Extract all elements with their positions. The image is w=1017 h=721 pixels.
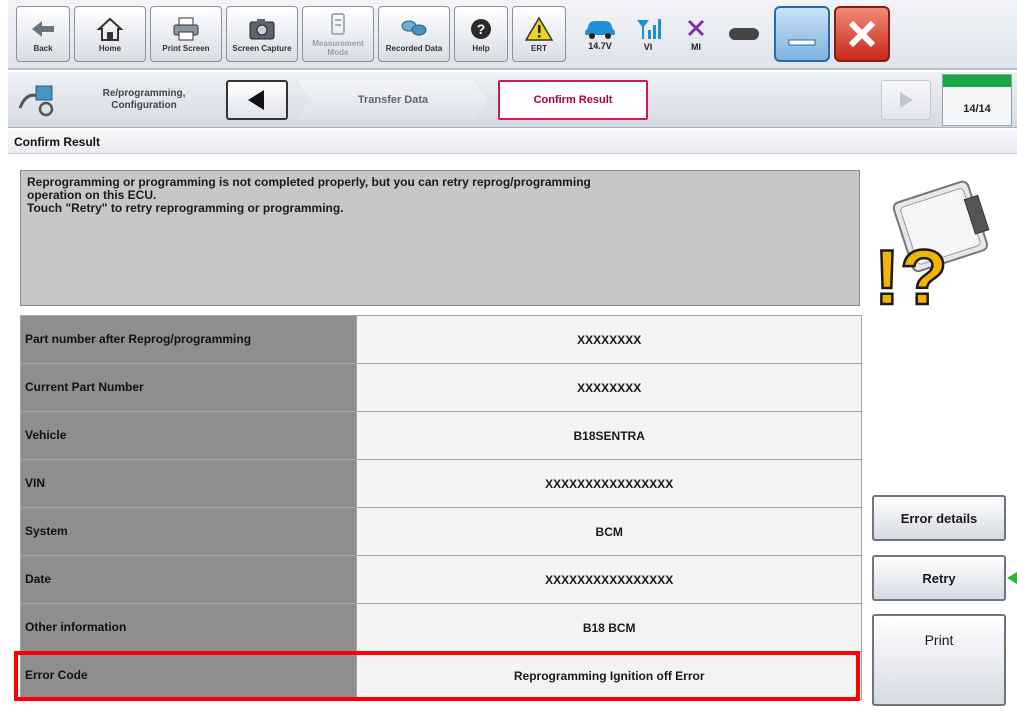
retry-button[interactable]: Retry <box>872 555 1006 601</box>
row-value: XXXXXXXX <box>356 363 862 412</box>
right-arrow-icon <box>900 92 913 108</box>
table-row: VIN XXXXXXXXXXXXXXXX <box>19 459 862 508</box>
home-label: Home <box>98 43 122 53</box>
home-icon <box>96 17 124 41</box>
print-screen-button[interactable]: Print Screen <box>150 6 222 62</box>
help-label: Help <box>472 43 490 53</box>
minimize-button[interactable] <box>774 6 830 62</box>
table-row: Other information B18 BCM <box>19 603 862 652</box>
help-button[interactable]: ? Help <box>454 6 508 62</box>
mi-disconnected-icon <box>687 19 705 37</box>
row-key: Part number after Reprog/programming <box>19 315 358 364</box>
row-value: B18 BCM <box>356 603 862 652</box>
measurement-mode-button[interactable]: Measurement Mode <box>302 6 374 62</box>
pointer-arrow-icon <box>1007 572 1017 584</box>
row-key: System <box>19 507 358 556</box>
row-key: Error Code <box>19 651 358 700</box>
connector-icon <box>729 28 759 40</box>
mi-status: MI <box>672 6 720 62</box>
table-row: Part number after Reprog/programming XXX… <box>19 315 862 364</box>
step-transfer-data[interactable]: Transfer Data <box>298 80 488 120</box>
result-table: Part number after Reprog/programming XXX… <box>19 315 862 700</box>
ert-label: ERT <box>531 43 547 53</box>
step-confirm-result[interactable]: Confirm Result <box>498 80 648 120</box>
left-arrow-icon <box>248 90 264 110</box>
measurement-mode-label: Measurement Mode <box>312 39 364 57</box>
page-title: Confirm Result <box>8 130 1017 154</box>
navigation-bar: Re/programming, Configuration Transfer D… <box>8 72 1017 128</box>
row-value: B18SENTRA <box>356 411 862 460</box>
signal-icon <box>637 19 661 39</box>
row-key: VIN <box>19 459 358 508</box>
step-progress: 14/14 <box>942 74 1012 126</box>
previous-step-button[interactable] <box>226 80 288 120</box>
battery-status: 14.7V <box>576 6 624 62</box>
row-value: XXXXXXXXXXXXXXXX <box>356 459 862 508</box>
screen-capture-button[interactable]: Screen Capture <box>226 6 298 62</box>
ert-button[interactable]: ERT <box>512 6 566 62</box>
nav-section-title: Re/programming, Configuration <box>102 88 186 111</box>
result-message: Reprogramming or programming is not comp… <box>20 170 860 306</box>
mi-label: MI <box>691 42 701 52</box>
table-row: Vehicle B18SENTRA <box>19 411 862 460</box>
car-icon <box>585 21 615 39</box>
printer-icon <box>173 17 199 40</box>
camera-icon <box>249 18 275 39</box>
print-button[interactable]: Print <box>872 614 1006 706</box>
back-button[interactable]: Back <box>16 6 70 62</box>
back-arrow-icon <box>32 20 54 37</box>
recorded-data-button[interactable]: Recorded Data <box>378 6 450 62</box>
row-key: Current Part Number <box>19 363 358 412</box>
table-row-error-code: Error Code Reprogramming Ignition off Er… <box>19 651 862 700</box>
close-icon <box>848 20 876 48</box>
warning-icon <box>524 16 554 41</box>
next-step-button[interactable] <box>881 80 931 120</box>
close-button[interactable] <box>834 6 890 62</box>
page-indicator: 14/14 <box>963 103 991 115</box>
home-button[interactable]: Home <box>74 6 146 62</box>
measurement-icon <box>331 13 345 35</box>
table-row: Date XXXXXXXXXXXXXXXX <box>19 555 862 604</box>
row-key: Vehicle <box>19 411 358 460</box>
reprogramming-icon <box>18 85 54 117</box>
svg-text:?: ? <box>477 21 486 37</box>
error-details-button[interactable]: Error details <box>872 495 1006 541</box>
row-key: Other information <box>19 603 358 652</box>
table-row: Current Part Number XXXXXXXX <box>19 363 862 412</box>
screen-capture-label: Screen Capture <box>232 43 292 53</box>
connector-status <box>720 6 768 62</box>
toolbar: Back Home Print Screen Screen Capture Me… <box>8 0 1017 70</box>
vi-label: VI <box>643 42 653 52</box>
battery-voltage: 14.7V <box>588 41 612 51</box>
row-value: BCM <box>356 507 862 556</box>
help-icon: ? <box>471 18 491 39</box>
vi-status: VI <box>624 6 672 62</box>
progress-bar <box>943 75 1011 87</box>
print-screen-label: Print Screen <box>162 43 210 53</box>
recorded-data-icon <box>401 20 427 35</box>
message-line-3: Touch "Retry" to retry reprogramming or … <box>27 201 344 215</box>
row-key: Date <box>19 555 358 604</box>
recorded-data-label: Recorded Data <box>385 43 443 53</box>
table-row: System BCM <box>19 507 862 556</box>
error-code-value: Reprogramming Ignition off Error <box>356 651 862 700</box>
minimize-icon <box>788 39 816 46</box>
row-value: XXXXXXXX <box>356 315 862 364</box>
status-indicators: 14.7V VI MI <box>576 6 768 62</box>
row-value: XXXXXXXXXXXXXXXX <box>356 555 862 604</box>
back-label: Back <box>33 43 53 53</box>
ecu-warning-icon: !? <box>873 180 990 308</box>
svg-text:!?: !? <box>874 233 948 308</box>
